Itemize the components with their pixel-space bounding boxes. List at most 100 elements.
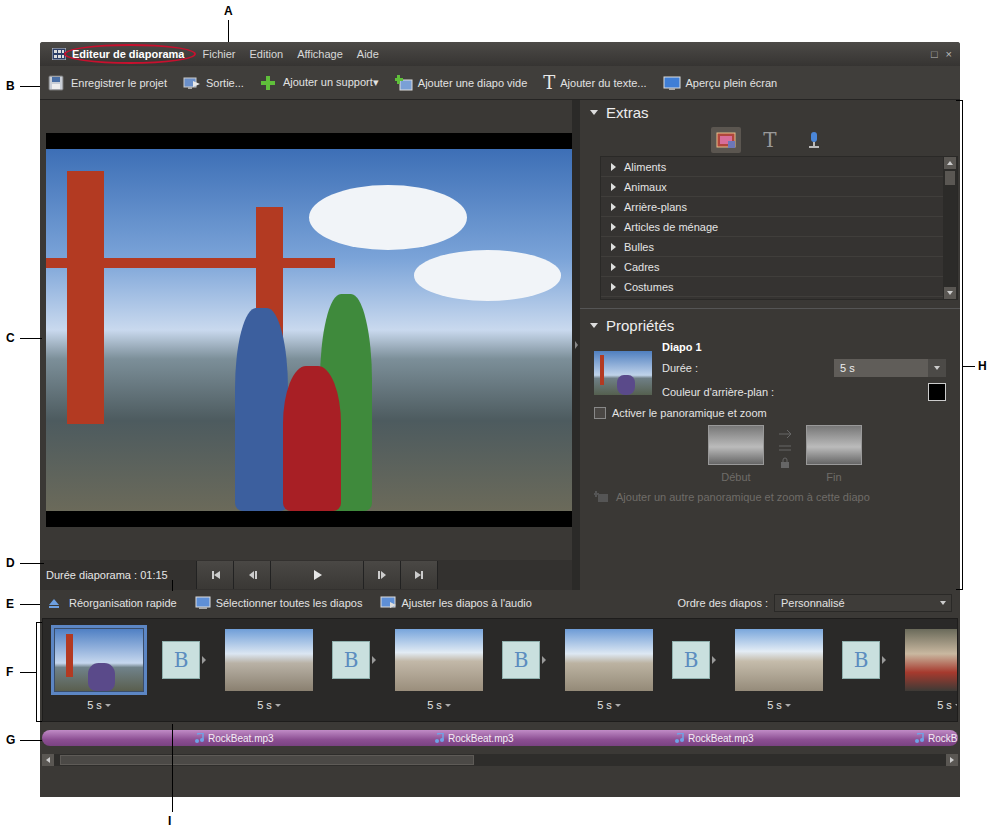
properties-header[interactable]: Propriétés	[580, 313, 960, 337]
pan-zoom-editor: DébutFin	[594, 425, 946, 483]
slide[interactable]: 5 s	[389, 625, 489, 711]
panel-splitter[interactable]	[572, 100, 580, 590]
category-item[interactable]: Animaux	[601, 177, 943, 197]
slide-thumbnail	[735, 629, 823, 691]
duration-dropdown[interactable]: 5 s	[834, 359, 946, 377]
close-button[interactable]: ×	[946, 48, 952, 60]
menu-item[interactable]: Aide	[357, 48, 379, 60]
play-button[interactable]	[270, 561, 363, 589]
category-label: Aliments	[624, 161, 666, 173]
extras-tab[interactable]	[711, 127, 741, 153]
slide[interactable]: 5 s	[219, 625, 319, 711]
toolbar-button[interactable]: TAjouter du texte...	[543, 74, 646, 92]
slide-duration[interactable]: 5 s	[767, 699, 791, 711]
maximize-button[interactable]: □	[931, 48, 938, 60]
toolbar-label: Enregistrer le projet	[71, 77, 167, 89]
extras-tab[interactable]: T	[755, 127, 785, 153]
slide[interactable]: 5 s	[559, 625, 659, 711]
panel-title: Propriétés	[606, 317, 674, 334]
extras-tab[interactable]	[799, 127, 829, 153]
audio-clip[interactable]: RockB	[914, 733, 958, 744]
window-title-area: Editeur de diaporama	[48, 48, 188, 60]
next-button[interactable]	[363, 561, 400, 589]
slide-thumbnail	[395, 629, 483, 691]
callout-line	[36, 721, 42, 722]
arrange-button[interactable]: Ajuster les diapos à l'audio	[380, 596, 532, 610]
slide-duration[interactable]: 5 s	[427, 699, 451, 711]
add-pan-zoom-icon	[594, 491, 608, 503]
slide[interactable]: 5 s	[729, 625, 829, 711]
transition[interactable]: B	[659, 625, 729, 695]
pan-zoom-checkbox[interactable]	[594, 407, 606, 419]
duration-menu-arrow-icon	[105, 704, 111, 707]
last-slide-button[interactable]	[400, 561, 438, 589]
category-item[interactable]: Arrière-plans	[601, 197, 943, 217]
toolbar-button[interactable]: Ajouter une diapo vide	[395, 75, 527, 91]
slide-order-dropdown[interactable]: Personnalisé	[774, 594, 952, 612]
scroll-thumb[interactable]	[60, 755, 474, 765]
first-slide-button[interactable]	[196, 561, 233, 589]
transition-tile: B	[842, 641, 880, 679]
arrange-button[interactable]: Sélectionner toutes les diapos	[195, 596, 363, 610]
scroll-left-button[interactable]	[42, 754, 54, 766]
transition[interactable]: B	[319, 625, 389, 695]
transition[interactable]: B	[829, 625, 899, 695]
slide-thumbnail	[55, 629, 143, 691]
extras-header[interactable]: Extras	[580, 100, 960, 124]
timeline-scrollbar[interactable]	[42, 754, 958, 766]
slide-name-row: Diapo 1	[662, 341, 946, 353]
transition[interactable]: B	[149, 625, 219, 695]
dropdown-button[interactable]	[928, 359, 946, 377]
callout-line	[956, 100, 962, 101]
up-arrow-icon	[947, 161, 953, 165]
callout-line	[963, 366, 975, 367]
toolbar-button[interactable]: Sortie...	[183, 75, 244, 91]
scroll-right-button[interactable]	[946, 754, 958, 766]
transition[interactable]: B	[489, 625, 559, 695]
duration-menu-arrow-icon	[275, 704, 281, 707]
category-item[interactable]: Aliments	[601, 157, 943, 177]
add-pan-zoom[interactable]: Ajouter un autre panoramique et zoom à c…	[594, 491, 946, 503]
duration-row: Durée :5 s	[662, 359, 946, 377]
arrange-bar: Réorganisation rapide Sélectionner toutes…	[40, 590, 960, 616]
category-item[interactable]: Costumes	[601, 277, 943, 297]
list-scrollbar[interactable]	[943, 157, 957, 299]
background-color-swatch[interactable]	[928, 383, 946, 401]
category-item[interactable]: Bulles	[601, 237, 943, 257]
category-item[interactable]: Cadres	[601, 257, 943, 277]
music-note-icon	[914, 733, 924, 743]
category-item[interactable]: Articles de ménage	[601, 217, 943, 237]
scroll-down-button[interactable]	[944, 287, 956, 299]
scroll-up-button[interactable]	[944, 157, 956, 169]
toolbar-button[interactable]: Ajouter un support▾	[260, 75, 379, 91]
pan-zoom-checkbox-row[interactable]: Activer le panoramique et zoom	[594, 407, 946, 419]
arrange-button[interactable]: Réorganisation rapide	[48, 596, 177, 610]
audio-clip[interactable]: RockBeat.mp3	[674, 733, 914, 744]
slide[interactable]: 5 s	[899, 625, 958, 711]
toolbar-button[interactable]: Enregistrer le projet	[48, 75, 167, 91]
menu-item[interactable]: Edition	[250, 48, 284, 60]
scroll-thumb[interactable]	[945, 171, 955, 185]
slide-duration[interactable]: 5 s	[937, 699, 958, 711]
slide-duration[interactable]: 5 s	[87, 699, 111, 711]
slide-duration[interactable]: 5 s	[257, 699, 281, 711]
audio-clip[interactable]: RockBeat.mp3	[434, 733, 674, 744]
music-note-icon	[434, 733, 444, 743]
expand-arrow-icon	[611, 183, 616, 191]
slide-duration-label: 5 s	[767, 699, 782, 711]
toolbar: Enregistrer le projet Sortie... Ajouter un…	[40, 66, 960, 100]
slide-duration[interactable]: 5 s	[597, 699, 621, 711]
callout-line	[36, 622, 42, 623]
slide[interactable]: 5 s	[49, 625, 149, 711]
person	[283, 366, 341, 511]
toolbar-label: Ajouter une diapo vide	[418, 77, 527, 89]
menu-item[interactable]: Fichier	[202, 48, 235, 60]
audio-clip[interactable]: RockBeat.mp3	[194, 733, 434, 744]
dropdown-button[interactable]	[935, 601, 951, 605]
menu-item[interactable]: Affichage	[297, 48, 343, 60]
last-slide-icon	[413, 569, 425, 581]
previous-button[interactable]	[233, 561, 270, 589]
pan-zoom-label: Activer le panoramique et zoom	[612, 407, 767, 419]
toolbar-button[interactable]: Aperçu plein écran	[663, 75, 778, 91]
lock-icon	[780, 457, 790, 469]
